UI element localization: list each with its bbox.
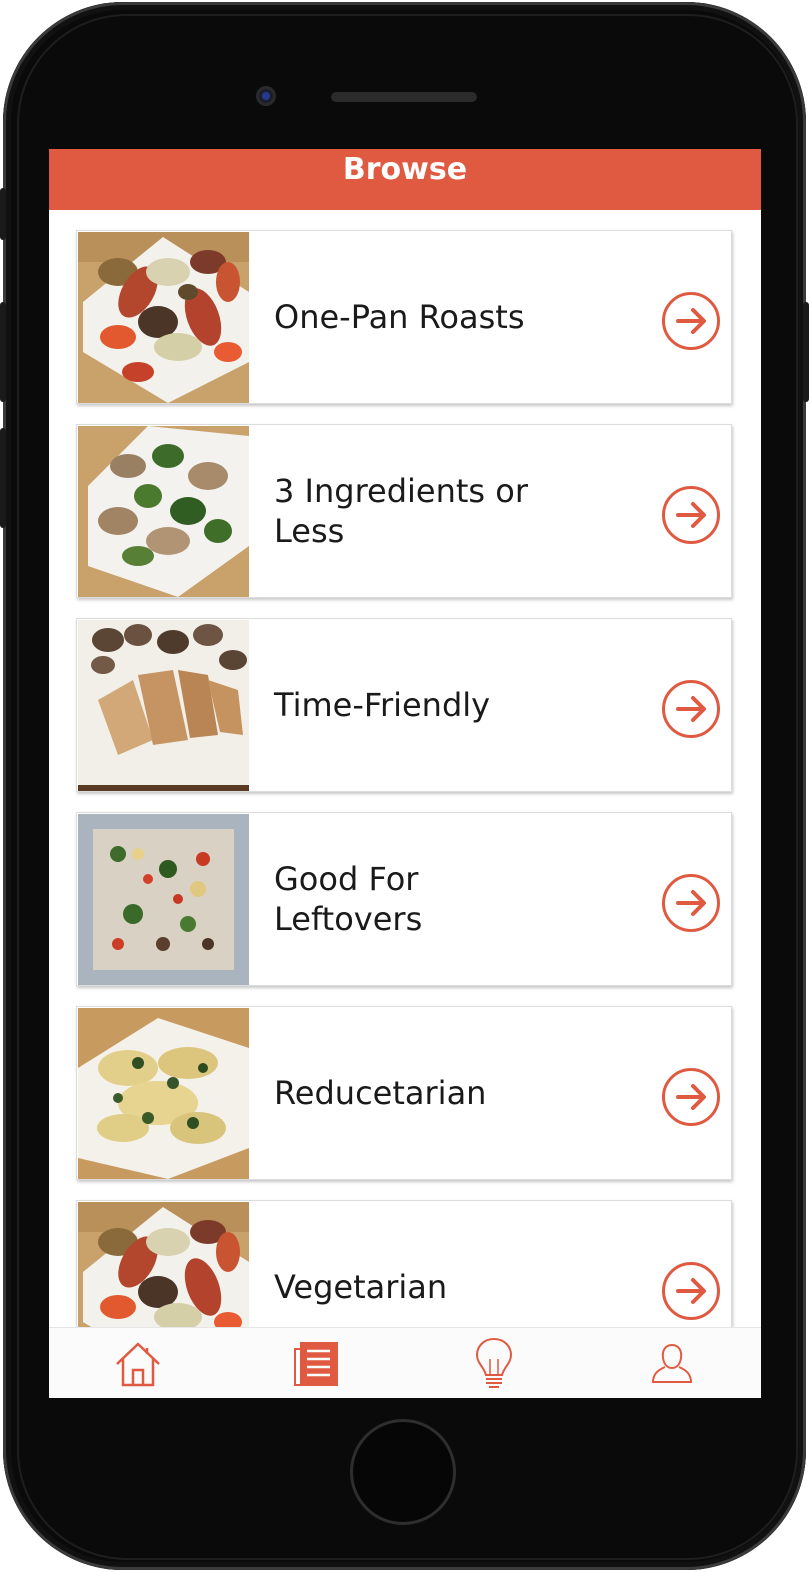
category-label: Reducetarian xyxy=(274,1074,487,1112)
page-title: Browse xyxy=(342,152,468,187)
category-thumbnail xyxy=(78,620,249,791)
mute-switch xyxy=(0,188,6,240)
category-thumbnail xyxy=(78,232,249,403)
home-icon xyxy=(116,1342,160,1386)
lightbulb-icon xyxy=(475,1337,513,1388)
header-bar: Browse xyxy=(49,149,761,210)
category-thumbnail xyxy=(78,814,249,985)
category-card-3-ingredients[interactable]: 3 Ingredients or Less xyxy=(76,424,732,598)
tab-bar xyxy=(49,1327,761,1398)
earpiece-speaker xyxy=(331,92,477,102)
arrow-right-circle-icon[interactable] xyxy=(661,291,721,351)
category-thumbnail xyxy=(78,1202,249,1327)
arrow-right-circle-icon[interactable] xyxy=(661,679,721,739)
category-card-time-friendly[interactable]: Time-Friendly xyxy=(76,618,732,792)
app-screen: Browse One-Pan Roasts 3 Ingredients or L… xyxy=(49,149,761,1398)
tab-browse[interactable] xyxy=(227,1328,405,1398)
list-icon xyxy=(294,1341,338,1386)
category-list[interactable]: One-Pan Roasts 3 Ingredients or Less Tim… xyxy=(49,210,761,1327)
home-button[interactable] xyxy=(350,1419,456,1525)
category-card-vegetarian[interactable]: Vegetarian xyxy=(76,1200,732,1327)
tab-home[interactable] xyxy=(49,1328,227,1398)
category-card-one-pan-roasts[interactable]: One-Pan Roasts xyxy=(76,230,732,404)
tab-tips[interactable] xyxy=(405,1328,583,1398)
user-icon xyxy=(651,1343,693,1383)
arrow-right-circle-icon[interactable] xyxy=(661,873,721,933)
category-label: One-Pan Roasts xyxy=(274,298,525,336)
category-card-good-for-leftovers[interactable]: Good For Leftovers xyxy=(76,812,732,986)
power-button xyxy=(803,302,809,402)
category-card-reducetarian[interactable]: Reducetarian xyxy=(76,1006,732,1180)
category-label: Good For Leftovers xyxy=(274,860,423,938)
category-label: 3 Ingredients or Less xyxy=(274,472,528,550)
tab-profile[interactable] xyxy=(583,1328,761,1398)
arrow-right-circle-icon[interactable] xyxy=(661,1261,721,1321)
volume-down-button xyxy=(0,428,6,528)
arrow-right-circle-icon[interactable] xyxy=(661,485,721,545)
volume-up-button xyxy=(0,302,6,402)
category-thumbnail xyxy=(78,1008,249,1179)
category-thumbnail xyxy=(78,426,249,597)
category-label: Vegetarian xyxy=(274,1268,448,1306)
front-camera xyxy=(256,86,276,106)
arrow-right-circle-icon[interactable] xyxy=(661,1067,721,1127)
category-label: Time-Friendly xyxy=(274,686,491,724)
